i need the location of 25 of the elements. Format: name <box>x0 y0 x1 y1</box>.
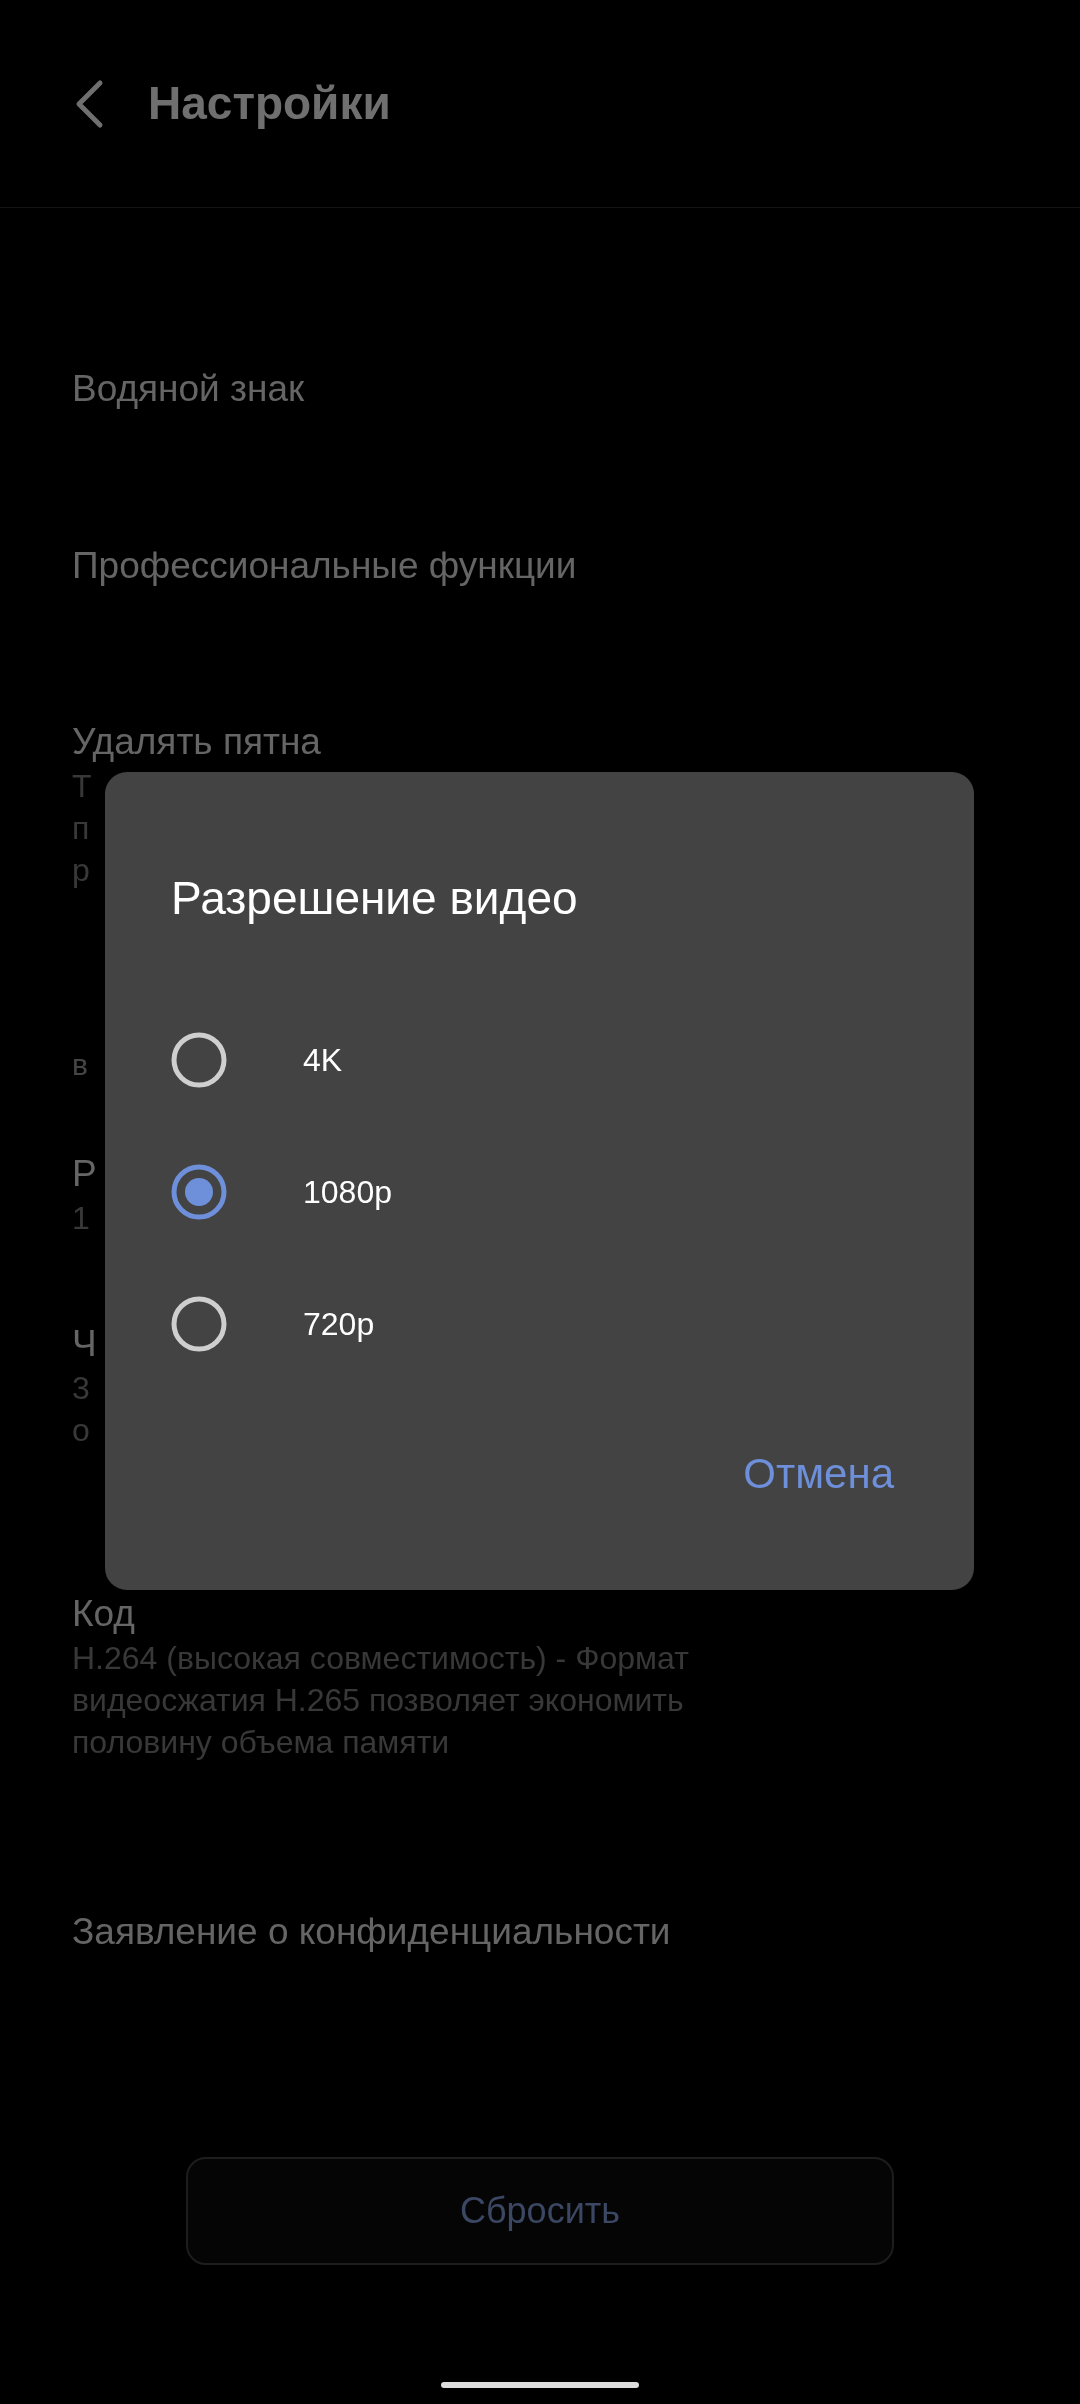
dialog-title: Разрешение видео <box>171 871 579 926</box>
setting-title[interactable]: Р <box>72 1151 97 1197</box>
setting-title[interactable]: Заявление о конфиденциальности <box>72 1909 671 1955</box>
setting-description: H.264 (высокая совместимость) - Формат видеосжатия H.265 позволяет экономить половину объема памяти <box>72 1639 690 1762</box>
page-title: Настройки <box>148 76 391 131</box>
setting-description: р <box>72 851 90 890</box>
radio-icon[interactable] <box>171 1164 227 1220</box>
setting-title[interactable]: Ч <box>72 1321 97 1367</box>
radio-icon[interactable] <box>171 1032 227 1088</box>
setting-description: п <box>72 809 90 848</box>
setting-title[interactable]: Удалять пятна <box>72 719 321 765</box>
setting-description: Т <box>72 767 92 806</box>
setting-description: о <box>72 1411 90 1450</box>
radio-icon[interactable] <box>171 1296 227 1352</box>
setting-description: 1 <box>72 1199 90 1238</box>
setting-title[interactable]: Профессиональные функции <box>72 543 577 589</box>
cancel-button[interactable]: Отмена <box>743 1442 894 1505</box>
setting-title[interactable]: Водяной знак <box>72 366 305 412</box>
radio-option[interactable]: 720p <box>171 1258 974 1390</box>
radio-option[interactable]: 4K <box>171 994 974 1126</box>
section-header: в <box>72 1047 88 1083</box>
setting-description: 3 <box>72 1369 90 1408</box>
reset-button[interactable]: Сбросить <box>186 2157 894 2265</box>
setting-title[interactable]: Код <box>72 1591 135 1637</box>
radio-option[interactable]: 1080p <box>171 1126 974 1258</box>
